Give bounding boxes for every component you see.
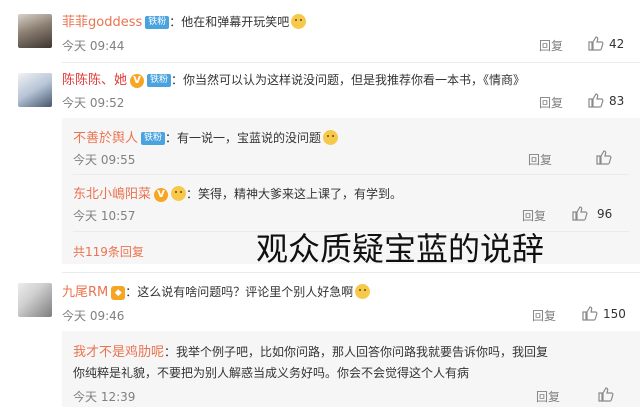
- thumbs-up-icon[interactable]: [588, 36, 604, 51]
- reply-timestamp: 今天 12:39: [73, 390, 136, 404]
- reply-button[interactable]: 回复: [532, 307, 556, 324]
- like-count: 150: [603, 307, 626, 321]
- smiley-emoji-icon: [291, 14, 307, 29]
- reply-author-name[interactable]: 不善於舆人: [73, 131, 138, 146]
- like-count: 42: [609, 37, 625, 51]
- comment-2-header: 陈陈陈、她 V 铁粉 ：你当然可以认为这样说没问题，但是我推荐你看一本书，《情商》: [62, 69, 525, 88]
- reply-author-name[interactable]: 我才不是鸡肋呢: [73, 345, 164, 360]
- reply-1-header: 不善於舆人 铁粉 ：有一说一，宝蓝说的没问题: [73, 127, 339, 146]
- divider: [62, 62, 640, 63]
- member-emoji-icon: [171, 186, 187, 201]
- reply-text: ：笑得，精神大爹来这上课了，有学到。: [186, 187, 403, 201]
- divider: [73, 174, 629, 175]
- thumbs-up-icon[interactable]: [582, 306, 598, 321]
- reply-author-name[interactable]: 东北小嶋阳菜: [73, 187, 151, 202]
- reply-text: ：我举个例子吧，比如你问路，那人回答你问路我就要告诉你吗，我回复: [164, 345, 549, 359]
- comment-1-header: 菲菲goddess 铁粉 ：他在和弹幕开玩笑吧: [62, 11, 307, 30]
- avatar[interactable]: [18, 73, 52, 107]
- reply-button[interactable]: 回复: [528, 151, 552, 168]
- comment-3-header: 九尾RM ◆ ：这么说有啥问题吗？评论里个别人好急啊: [62, 281, 371, 300]
- thumbs-up-icon[interactable]: [596, 150, 612, 165]
- reply-text: ：有一说一，宝蓝说的没问题: [165, 131, 322, 145]
- fan-badge: 铁粉: [145, 16, 170, 29]
- video-overlay-caption: 观众质疑宝蓝的说辞: [256, 230, 545, 268]
- reply-button[interactable]: 回复: [522, 207, 546, 224]
- comment-text: ：他在和弹幕开玩笑吧: [169, 15, 290, 29]
- reply-button[interactable]: 回复: [539, 94, 563, 111]
- grinning-emoji-icon: [355, 284, 371, 299]
- reply-button[interactable]: 回复: [536, 388, 560, 405]
- reply-timestamp: 今天 09:55: [73, 153, 136, 167]
- comment-author-name[interactable]: 菲菲goddess: [62, 15, 142, 30]
- comment-text: ：这么说有啥问题吗？评论里个别人好急啊: [125, 285, 354, 299]
- avatar[interactable]: [18, 283, 52, 317]
- verified-v-badge-icon: V: [154, 188, 169, 202]
- verified-v-badge-icon: V: [130, 74, 145, 88]
- comment-text: ：你当然可以认为这样说没问题，但是我推荐你看一本书，《情商》: [171, 73, 526, 87]
- reply-timestamp: 今天 10:57: [73, 209, 136, 223]
- avatar[interactable]: [18, 14, 52, 48]
- laughing-emoji-icon: [323, 130, 339, 145]
- thumbs-up-icon[interactable]: [588, 93, 604, 108]
- comment-timestamp: 今天 09:52: [62, 96, 125, 110]
- fan-badge: 铁粉: [141, 132, 166, 145]
- comment-timestamp: 今天 09:44: [62, 39, 125, 53]
- reply-1-header: 我才不是鸡肋呢：我举个例子吧，比如你问路，那人回答你问路我就要告诉你吗，我回复: [73, 341, 548, 360]
- view-more-replies-link[interactable]: 共119条回复: [73, 243, 144, 260]
- comment-author-name[interactable]: 九尾RM: [62, 285, 108, 300]
- comment-author-name[interactable]: 陈陈陈、她: [62, 73, 127, 88]
- comment-timestamp: 今天 09:46: [62, 309, 125, 323]
- reply-2-header: 东北小嶋阳菜 V ：笑得，精神大爹来这上课了，有学到。: [73, 183, 402, 202]
- thumbs-up-icon[interactable]: [598, 387, 614, 402]
- thumbs-up-icon[interactable]: [572, 206, 588, 221]
- member-badge-icon: ◆: [111, 286, 126, 300]
- reply-button[interactable]: 回复: [539, 37, 563, 54]
- fan-badge: 铁粉: [147, 74, 172, 87]
- divider: [62, 272, 640, 273]
- like-count: 83: [609, 94, 625, 108]
- reply-text-continued: 你纯粹是礼貌，不要把为别人解惑当成义务好吗。你会不会觉得这个人有病: [73, 366, 470, 380]
- like-count: 96: [597, 207, 613, 221]
